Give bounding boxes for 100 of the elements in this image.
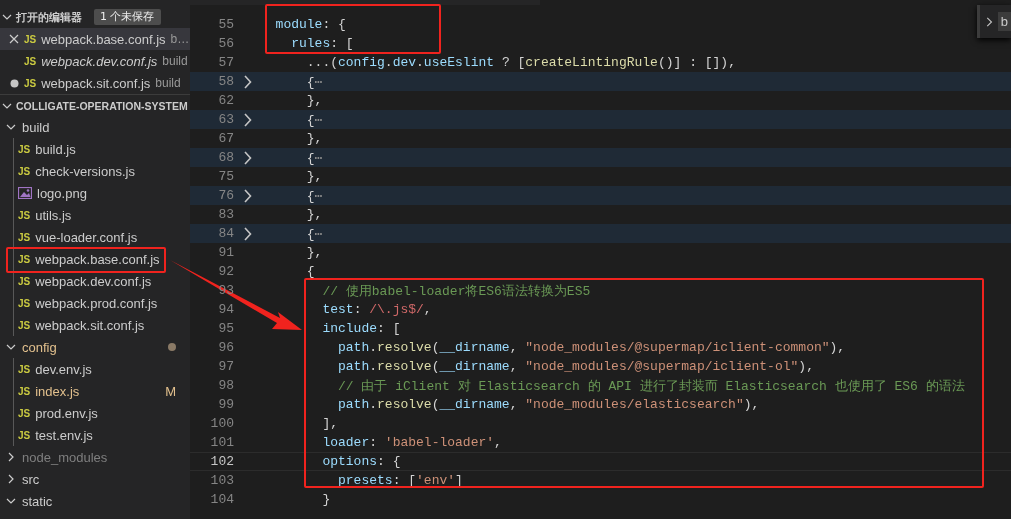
close-icon[interactable] — [9, 34, 19, 44]
line-number: 92 — [217, 264, 234, 279]
file-item[interactable]: JS webpack.sit.conf.js — [14, 314, 146, 336]
chevron-right-icon[interactable] — [986, 15, 993, 28]
line-number: 76 — [217, 188, 234, 203]
folder-name: src — [22, 471, 40, 487]
js-file-icon: JS — [18, 429, 31, 441]
chevron-right-icon[interactable] — [242, 226, 252, 241]
code-line: ], — [321, 416, 338, 431]
file-item[interactable]: JS check-versions.js — [14, 160, 136, 182]
code-line: {⋯ — [305, 149, 323, 166]
code-line: }, — [305, 93, 323, 108]
chevron-right-icon[interactable] — [6, 452, 16, 462]
code-line: options: { — [321, 454, 401, 469]
file-name: webpack.sit.conf.js — [35, 317, 145, 333]
file-item[interactable]: JS test.env.js — [14, 424, 94, 446]
line-number: 94 — [217, 302, 234, 317]
line-number: 96 — [217, 340, 234, 355]
code-line: // 由于 iClient 对 Elasticsearch 的 API 进行了封装而 Elasticsearch 也使用了 ES6 的语法 — [337, 377, 965, 395]
code-line: }, — [305, 131, 323, 146]
file-name: webpack.dev.conf.js — [41, 53, 158, 69]
modified-dot-icon — [168, 343, 176, 351]
chevron-down-icon[interactable] — [6, 342, 16, 352]
file-item[interactable]: logo.png — [14, 182, 88, 204]
code-line: module: { — [274, 17, 346, 32]
js-file-icon: JS — [24, 77, 37, 89]
line-number: 101 — [209, 435, 234, 450]
line-number: 62 — [217, 93, 234, 108]
line-number: 58 — [217, 74, 234, 89]
unsaved-badge: 1 个未保存 — [94, 9, 161, 25]
file-name: prod.env.js — [35, 405, 98, 421]
chevron-down-icon[interactable] — [6, 122, 16, 132]
file-name: index.js — [35, 383, 80, 399]
js-file-icon: JS — [18, 143, 31, 155]
line-number: 103 — [209, 473, 234, 488]
line-number: 102 — [209, 454, 234, 469]
line-number: 67 — [217, 131, 234, 146]
project-title: COLLIGATE-OPERATION-SYSTEM — [16, 99, 188, 112]
folder-name: node_modules — [22, 449, 108, 465]
folder-item[interactable]: src — [0, 468, 190, 490]
line-number: 100 — [209, 416, 234, 431]
line-number: 99 — [217, 397, 234, 412]
line-number: 56 — [217, 36, 234, 51]
file-name: webpack.sit.conf.js — [41, 75, 151, 91]
file-name: vue-loader.conf.js — [35, 229, 138, 245]
js-file-icon: JS — [18, 231, 31, 243]
file-item[interactable]: JS vue-loader.conf.js — [14, 226, 139, 248]
code-line: path.resolve(__dirname, "node_modules/elasticsearch"), — [337, 397, 760, 412]
folder-description: build — [155, 76, 181, 90]
find-input-field[interactable]: b — [997, 12, 1011, 31]
chevron-right-icon[interactable] — [242, 188, 252, 203]
line-number: 104 — [209, 492, 234, 507]
line-number: 57 — [217, 55, 234, 70]
file-item[interactable]: JS prod.env.js — [14, 402, 99, 424]
code-line: }, — [305, 169, 323, 184]
js-file-icon: JS — [18, 165, 31, 177]
chevron-down-icon[interactable] — [6, 496, 16, 506]
file-item[interactable]: JS dev.env.js — [14, 358, 93, 380]
file-item[interactable]: JS webpack.prod.conf.js — [14, 292, 159, 314]
js-file-icon: JS — [24, 55, 37, 67]
code-line: {⋯ — [305, 111, 323, 128]
code-line: } — [321, 492, 331, 507]
file-item[interactable]: JS webpack.base.conf.js — [14, 248, 161, 270]
folder-item[interactable]: build — [0, 116, 190, 138]
line-number: 98 — [217, 378, 234, 393]
js-file-icon: JS — [18, 297, 31, 309]
folder-item[interactable]: config — [0, 336, 190, 358]
code-line: include: [ — [321, 321, 401, 336]
file-item[interactable]: JS utils.js — [14, 204, 73, 226]
file-item[interactable]: JS webpack.dev.conf.js — [14, 270, 153, 292]
chevron-right-icon[interactable] — [242, 150, 252, 165]
file-name: utils.js — [35, 207, 72, 223]
code-line: }, — [305, 245, 323, 260]
chevron-right-icon[interactable] — [242, 74, 252, 89]
file-name: logo.png — [37, 185, 87, 201]
code-line: ...(config.dev.useEslint ? [createLintingRule()] : []), — [305, 55, 736, 70]
js-file-icon: JS — [18, 363, 31, 375]
js-file-icon: JS — [18, 209, 31, 221]
open-editor-item[interactable]: JS webpack.base.conf.js b… — [0, 28, 190, 50]
line-number: 63 — [217, 112, 234, 127]
file-name: dev.env.js — [35, 361, 92, 377]
file-name: webpack.base.conf.js — [35, 251, 160, 267]
code-line: {⋯ — [305, 73, 323, 90]
js-file-icon: JS — [18, 407, 31, 419]
folder-item[interactable]: static — [0, 490, 190, 512]
line-number: 84 — [217, 226, 234, 241]
chevron-down-icon[interactable] — [2, 12, 12, 22]
file-item[interactable]: JS index.js — [14, 380, 81, 402]
code-line: rules: [ — [290, 36, 354, 51]
line-number: 68 — [217, 150, 234, 165]
line-number: 95 — [217, 321, 234, 336]
chevron-right-icon[interactable] — [242, 112, 252, 127]
folder-name: build — [22, 119, 50, 135]
code-line: loader: 'babel-loader', — [321, 435, 502, 450]
folder-item[interactable]: node_modules — [0, 446, 190, 468]
open-editor-item[interactable]: JS webpack.sit.conf.js build — [0, 72, 190, 94]
open-editor-item[interactable]: JS webpack.dev.conf.js build — [0, 50, 190, 72]
js-file-icon: JS — [24, 33, 37, 45]
file-item[interactable]: JS build.js — [14, 138, 77, 160]
chevron-right-icon[interactable] — [6, 474, 16, 484]
